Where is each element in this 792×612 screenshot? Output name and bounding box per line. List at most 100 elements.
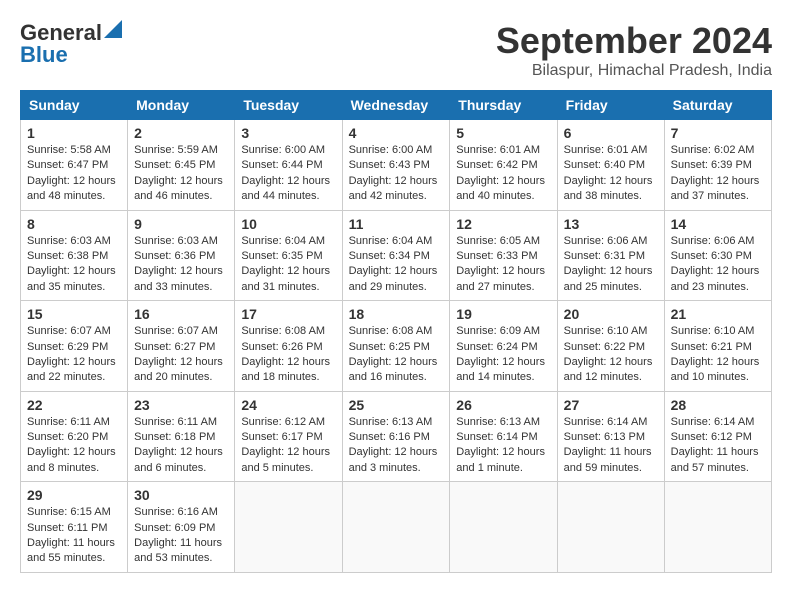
day-number: 20 [564, 306, 658, 322]
page-subtitle: Bilaspur, Himachal Pradesh, India [496, 62, 772, 80]
day-number: 19 [456, 306, 550, 322]
calendar-header-wednesday: Wednesday [342, 91, 450, 120]
calendar-cell: 11Sunrise: 6:04 AM Sunset: 6:34 PM Dayli… [342, 210, 450, 301]
day-number: 12 [456, 216, 550, 232]
day-number: 4 [349, 125, 444, 141]
day-number: 15 [27, 306, 121, 322]
day-number: 27 [564, 397, 658, 413]
calendar-cell: 5Sunrise: 6:01 AM Sunset: 6:42 PM Daylig… [450, 120, 557, 211]
day-number: 24 [241, 397, 335, 413]
calendar-cell: 6 Sunrise: 6:01 AM Sunset: 6:40 PM Daylig… [557, 120, 664, 211]
cell-details: Sunrise: 6:03 AM Sunset: 6:38 PM Dayligh… [27, 234, 121, 296]
calendar-cell: 7 Sunrise: 6:02 AM Sunset: 6:39 PM Daylig… [664, 120, 771, 211]
cell-details: Sunrise: 6:06 AM Sunset: 6:30 PM Dayligh… [671, 234, 765, 296]
title-area: September 2024 Bilaspur, Himachal Prades… [496, 20, 772, 80]
cell-details: Sunrise: 6:10 AM Sunset: 6:22 PM Dayligh… [564, 324, 658, 386]
page-title: September 2024 [496, 20, 772, 62]
calendar-cell: 12 Sunrise: 6:05 AM Sunset: 6:33 PM Dayli… [450, 210, 557, 301]
cell-details: Sunrise: 5:59 AM Sunset: 6:45 PM Dayligh… [134, 143, 228, 205]
calendar-cell: 28 Sunrise: 6:14 AM Sunset: 6:12 PM Dayli… [664, 391, 771, 482]
cell-details: Sunrise: 6:11 AM Sunset: 6:18 PM Dayligh… [134, 415, 228, 477]
day-number: 22 [27, 397, 121, 413]
calendar-cell [557, 482, 664, 573]
day-number: 2 [134, 125, 228, 141]
day-number: 17 [241, 306, 335, 322]
day-number: 21 [671, 306, 765, 322]
calendar-cell: 13 Sunrise: 6:06 AM Sunset: 6:31 PM Dayli… [557, 210, 664, 301]
day-number: 30 [134, 487, 228, 503]
calendar-cell: 8 Sunrise: 6:03 AM Sunset: 6:38 PM Daylig… [21, 210, 128, 301]
calendar-cell: 22Sunrise: 6:11 AM Sunset: 6:20 PM Dayli… [21, 391, 128, 482]
logo-triangle-icon [104, 20, 122, 43]
cell-details: Sunrise: 6:12 AM Sunset: 6:17 PM Dayligh… [241, 415, 335, 477]
calendar-header-thursday: Thursday [450, 91, 557, 120]
day-number: 25 [349, 397, 444, 413]
cell-details: Sunrise: 6:08 AM Sunset: 6:26 PM Dayligh… [241, 324, 335, 386]
day-number: 10 [241, 216, 335, 232]
cell-details: Sunrise: 6:09 AM Sunset: 6:24 PM Dayligh… [456, 324, 550, 386]
day-number: 7 [671, 125, 765, 141]
day-number: 6 [564, 125, 658, 141]
cell-details: Sunrise: 6:07 AM Sunset: 6:29 PM Dayligh… [27, 324, 121, 386]
cell-details: Sunrise: 6:00 AM Sunset: 6:43 PM Dayligh… [349, 143, 444, 205]
calendar-cell: 23 Sunrise: 6:11 AM Sunset: 6:18 PM Dayli… [128, 391, 235, 482]
day-number: 13 [564, 216, 658, 232]
logo-blue: Blue [20, 42, 68, 68]
cell-details: Sunrise: 6:07 AM Sunset: 6:27 PM Dayligh… [134, 324, 228, 386]
calendar-cell: 4 Sunrise: 6:00 AM Sunset: 6:43 PM Daylig… [342, 120, 450, 211]
calendar-cell: 10Sunrise: 6:04 AM Sunset: 6:35 PM Dayli… [235, 210, 342, 301]
calendar-cell: 21 Sunrise: 6:10 AM Sunset: 6:21 PM Dayli… [664, 301, 771, 392]
calendar-cell: 18Sunrise: 6:08 AM Sunset: 6:25 PM Dayli… [342, 301, 450, 392]
cell-details: Sunrise: 6:00 AM Sunset: 6:44 PM Dayligh… [241, 143, 335, 205]
calendar-cell: 26Sunrise: 6:13 AM Sunset: 6:14 PM Dayli… [450, 391, 557, 482]
calendar-cell: 29 Sunrise: 6:15 AM Sunset: 6:11 PM Dayli… [21, 482, 128, 573]
calendar-week-row: 22Sunrise: 6:11 AM Sunset: 6:20 PM Dayli… [21, 391, 772, 482]
calendar-week-row: 15 Sunrise: 6:07 AM Sunset: 6:29 PM Dayli… [21, 301, 772, 392]
calendar-cell: 2 Sunrise: 5:59 AM Sunset: 6:45 PM Daylig… [128, 120, 235, 211]
calendar-cell [450, 482, 557, 573]
cell-details: Sunrise: 6:01 AM Sunset: 6:42 PM Dayligh… [456, 143, 550, 205]
calendar-cell: 9Sunrise: 6:03 AM Sunset: 6:36 PM Daylig… [128, 210, 235, 301]
header: General Blue September 2024 Bilaspur, Hi… [20, 20, 772, 80]
day-number: 29 [27, 487, 121, 503]
calendar-cell: 19 Sunrise: 6:09 AM Sunset: 6:24 PM Dayli… [450, 301, 557, 392]
calendar-cell: 24 Sunrise: 6:12 AM Sunset: 6:17 PM Dayli… [235, 391, 342, 482]
cell-details: Sunrise: 6:08 AM Sunset: 6:25 PM Dayligh… [349, 324, 444, 386]
calendar-cell [235, 482, 342, 573]
calendar-cell: 27 Sunrise: 6:14 AM Sunset: 6:13 PM Dayli… [557, 391, 664, 482]
cell-details: Sunrise: 6:05 AM Sunset: 6:33 PM Dayligh… [456, 234, 550, 296]
calendar-cell: 17 Sunrise: 6:08 AM Sunset: 6:26 PM Dayli… [235, 301, 342, 392]
cell-details: Sunrise: 6:15 AM Sunset: 6:11 PM Dayligh… [27, 505, 121, 567]
calendar-cell: 1Sunrise: 5:58 AM Sunset: 6:47 PM Daylig… [21, 120, 128, 211]
cell-details: Sunrise: 6:10 AM Sunset: 6:21 PM Dayligh… [671, 324, 765, 386]
cell-details: Sunrise: 6:16 AM Sunset: 6:09 PM Dayligh… [134, 505, 228, 567]
cell-details: Sunrise: 6:06 AM Sunset: 6:31 PM Dayligh… [564, 234, 658, 296]
calendar-cell: 16Sunrise: 6:07 AM Sunset: 6:27 PM Dayli… [128, 301, 235, 392]
cell-details: Sunrise: 6:02 AM Sunset: 6:39 PM Dayligh… [671, 143, 765, 205]
calendar-header-tuesday: Tuesday [235, 91, 342, 120]
calendar-week-row: 1Sunrise: 5:58 AM Sunset: 6:47 PM Daylig… [21, 120, 772, 211]
cell-details: Sunrise: 6:13 AM Sunset: 6:16 PM Dayligh… [349, 415, 444, 477]
calendar-header-monday: Monday [128, 91, 235, 120]
day-number: 14 [671, 216, 765, 232]
day-number: 9 [134, 216, 228, 232]
calendar-cell: 20 Sunrise: 6:10 AM Sunset: 6:22 PM Dayli… [557, 301, 664, 392]
day-number: 3 [241, 125, 335, 141]
day-number: 11 [349, 216, 444, 232]
calendar-cell [664, 482, 771, 573]
cell-details: Sunrise: 6:14 AM Sunset: 6:12 PM Dayligh… [671, 415, 765, 477]
cell-details: Sunrise: 5:58 AM Sunset: 6:47 PM Dayligh… [27, 143, 121, 205]
cell-details: Sunrise: 6:13 AM Sunset: 6:14 PM Dayligh… [456, 415, 550, 477]
calendar-cell: 3 Sunrise: 6:00 AM Sunset: 6:44 PM Daylig… [235, 120, 342, 211]
calendar-cell: 25 Sunrise: 6:13 AM Sunset: 6:16 PM Dayli… [342, 391, 450, 482]
day-number: 23 [134, 397, 228, 413]
calendar-cell: 14 Sunrise: 6:06 AM Sunset: 6:30 PM Dayli… [664, 210, 771, 301]
day-number: 8 [27, 216, 121, 232]
calendar-cell: 15 Sunrise: 6:07 AM Sunset: 6:29 PM Dayli… [21, 301, 128, 392]
calendar-header-saturday: Saturday [664, 91, 771, 120]
day-number: 28 [671, 397, 765, 413]
cell-details: Sunrise: 6:01 AM Sunset: 6:40 PM Dayligh… [564, 143, 658, 205]
logo: General Blue [20, 20, 122, 68]
calendar-header-sunday: Sunday [21, 91, 128, 120]
cell-details: Sunrise: 6:14 AM Sunset: 6:13 PM Dayligh… [564, 415, 658, 477]
